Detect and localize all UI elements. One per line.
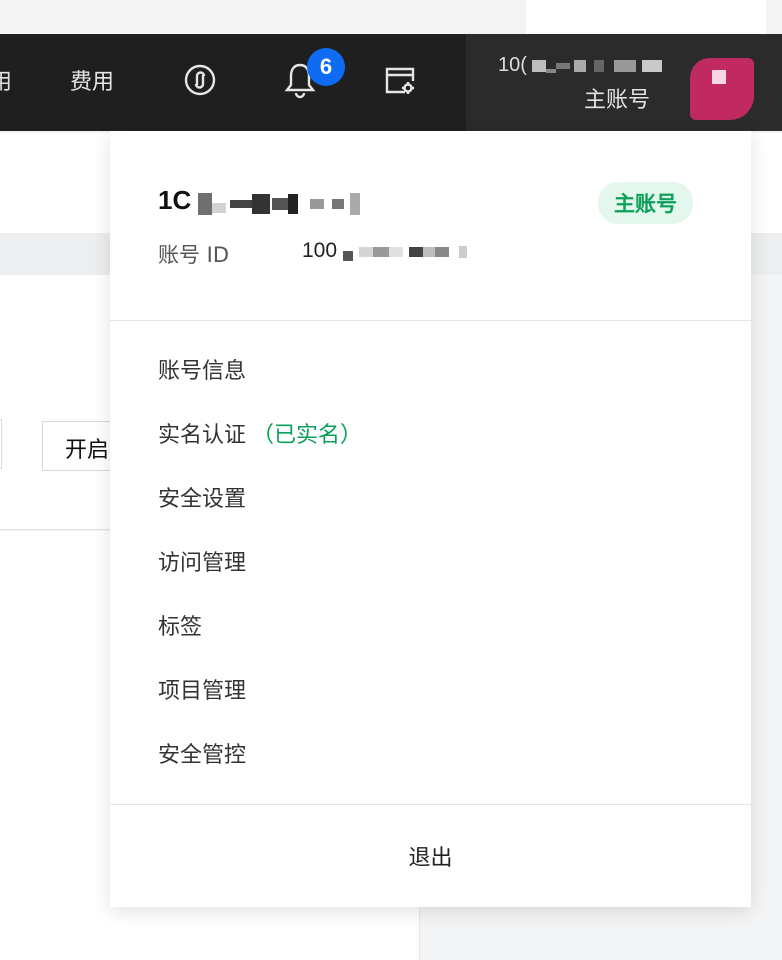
account-dropdown: 1C 主账号 账号 ID 100 账号信息 实名认证 （已实名） 安全设置 访问… [110, 131, 751, 907]
nav-account-id: 10( [498, 54, 663, 77]
nav-account-role: 主账号 [584, 88, 651, 113]
verification-status: （已实名） [252, 423, 363, 448]
masked-id [532, 54, 663, 77]
menu-item-label: 项目管理 [158, 679, 247, 704]
menu-item-security-settings[interactable]: 安全设置 [110, 465, 751, 529]
menu-item-access-management[interactable]: 访问管理 [110, 529, 751, 593]
menu-item-security-control[interactable]: 安全管控 [110, 721, 751, 785]
masked-account-name [198, 187, 361, 218]
notification-badge[interactable]: 6 [307, 48, 345, 86]
menu-item-label: 访问管理 [158, 551, 247, 576]
account-menu-trigger[interactable]: 10( 主账号 [466, 34, 782, 131]
menu-item-label: 安全设置 [158, 487, 247, 512]
masked-account-id [342, 239, 467, 263]
menu-item-project-management[interactable]: 项目管理 [110, 657, 751, 721]
menu-item-label: 账号信息 [158, 359, 247, 384]
top-strip [0, 0, 782, 34]
account-menu: 账号信息 实名认证 （已实名） 安全设置 访问管理 标签 项目管理 安全管控 [110, 337, 751, 785]
menu-item-account-info[interactable]: 账号信息 [110, 337, 751, 401]
role-badge: 主账号 [598, 182, 693, 224]
menu-item-real-name-verification[interactable]: 实名认证 （已实名） [110, 401, 751, 465]
menu-item-label: 安全管控 [158, 743, 247, 768]
menu-item-label: 标签 [158, 615, 203, 640]
account-name: 1C [158, 185, 361, 218]
account-id-value: 100 [302, 239, 467, 263]
avatar[interactable] [690, 58, 754, 120]
nav-item-fee[interactable]: 费用 [70, 64, 114, 96]
console-settings-icon[interactable] [382, 62, 418, 98]
browser-tab-area [526, 0, 766, 34]
account-id-label: 账号 ID [158, 243, 230, 267]
menu-item-tags[interactable]: 标签 [110, 593, 751, 657]
dropdown-footer: 退出 [110, 804, 751, 907]
logout-button[interactable]: 退出 [408, 840, 452, 872]
link-circle-icon[interactable] [182, 62, 218, 98]
account-summary: 1C 主账号 账号 ID 100 [110, 131, 751, 321]
menu-item-label: 实名认证 [158, 423, 247, 448]
top-navbar: 用 费用 6 10( 主账号 [0, 34, 782, 131]
background-input[interactable] [0, 419, 2, 469]
nav-item-cut[interactable]: 用 [0, 64, 12, 96]
